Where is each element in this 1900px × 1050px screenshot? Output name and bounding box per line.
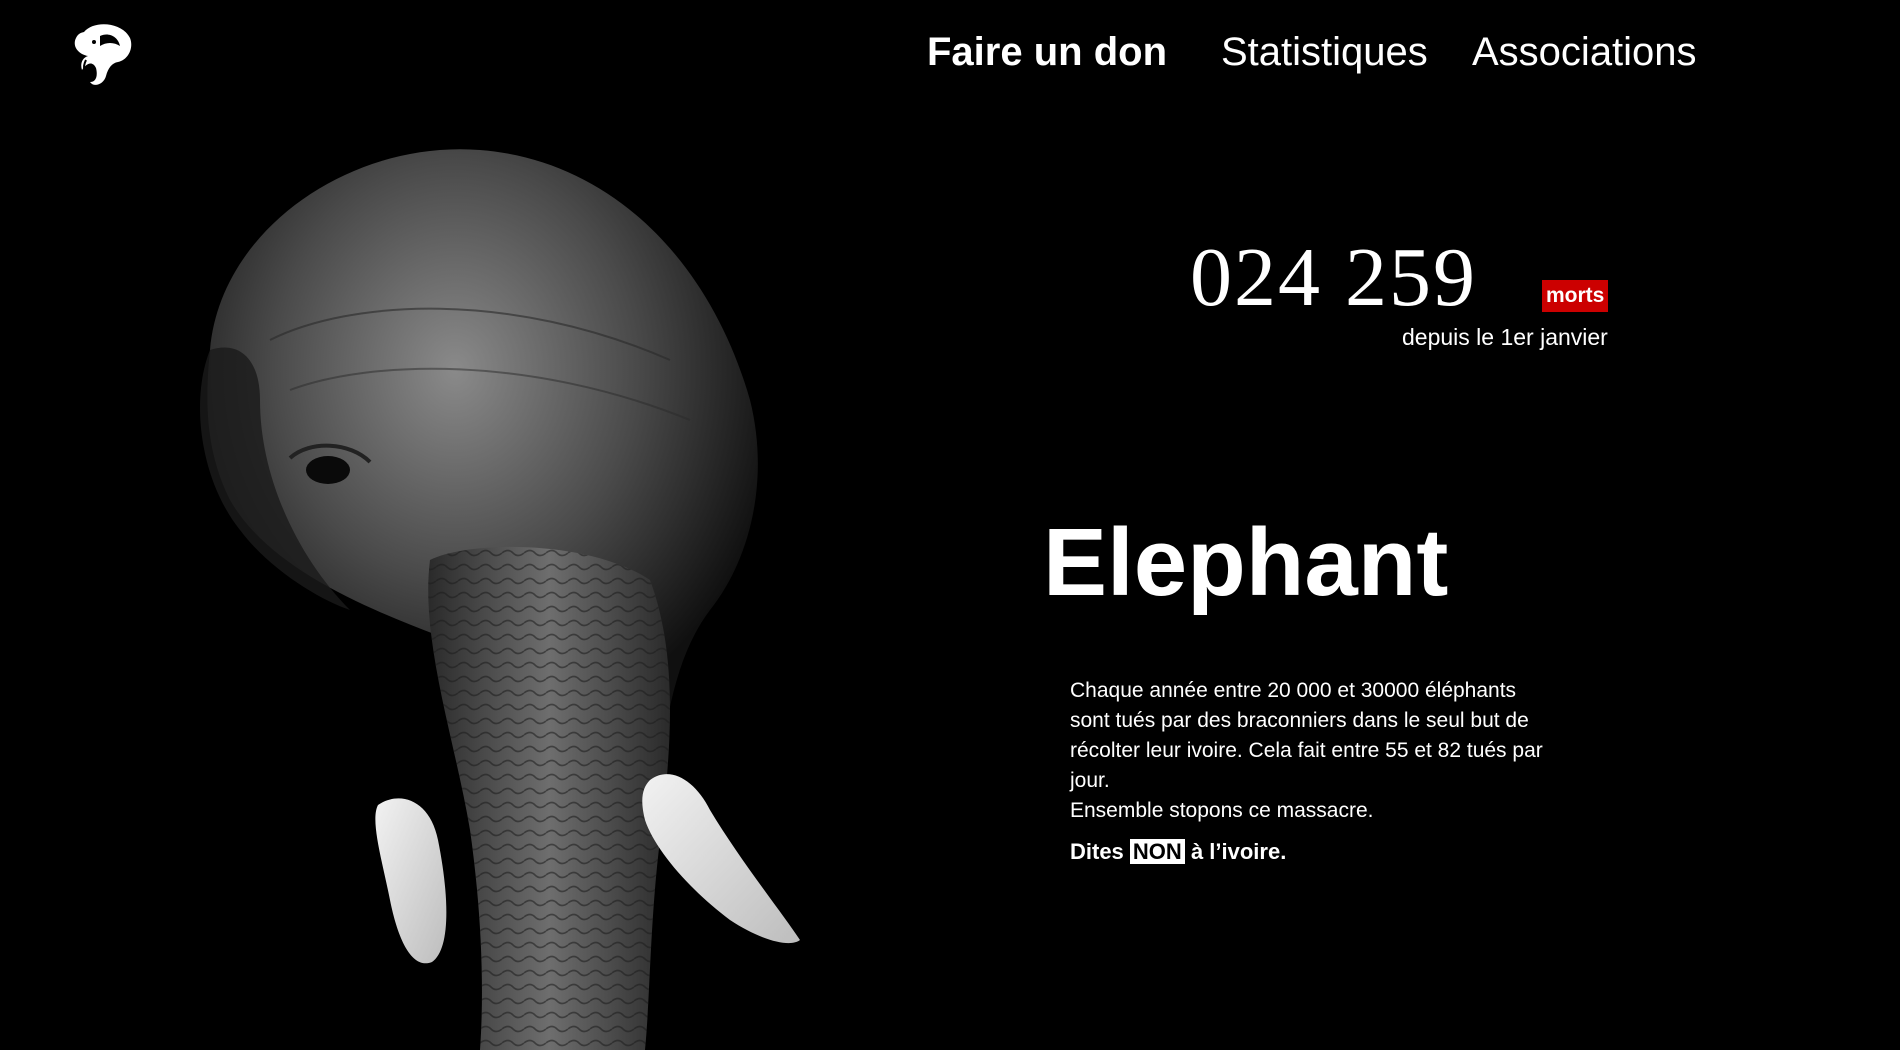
description: Chaque année entre 20 000 et 30000 éléph…	[1070, 676, 1570, 826]
nav-donate-link[interactable]: Faire un don	[927, 22, 1167, 82]
page-title: Elephant	[1043, 509, 1449, 616]
call-to-action: Dites NON à l’ivoire.	[1070, 836, 1286, 868]
counter-caption: depuis le 1er janvier	[1402, 324, 1608, 350]
description-line: Ensemble stopons ce massacre.	[1070, 799, 1374, 822]
description-line: Chaque année entre 20 000 et 30000 éléph…	[1070, 679, 1517, 702]
cta-prefix: Dites	[1070, 839, 1124, 864]
description-line: récolter leur ivoire. Cela fait entre 55…	[1070, 739, 1543, 762]
elephant-photo	[150, 140, 990, 1050]
cta-suffix: à l’ivoire.	[1190, 839, 1287, 864]
page: Faire un don Statistiques Associations 0…	[0, 0, 1900, 1050]
death-counter: 024 259	[1190, 231, 1477, 324]
cta-highlight: NON	[1129, 839, 1185, 864]
counter-unit-badge: morts	[1542, 280, 1609, 312]
description-line: jour.	[1070, 769, 1110, 792]
main-nav: Faire un don Statistiques Associations	[0, 22, 1900, 82]
nav-associations-link[interactable]: Associations	[1472, 22, 1697, 82]
nav-statistics-link[interactable]: Statistiques	[1221, 22, 1428, 82]
description-line: sont tués par des braconniers dans le se…	[1070, 709, 1529, 732]
